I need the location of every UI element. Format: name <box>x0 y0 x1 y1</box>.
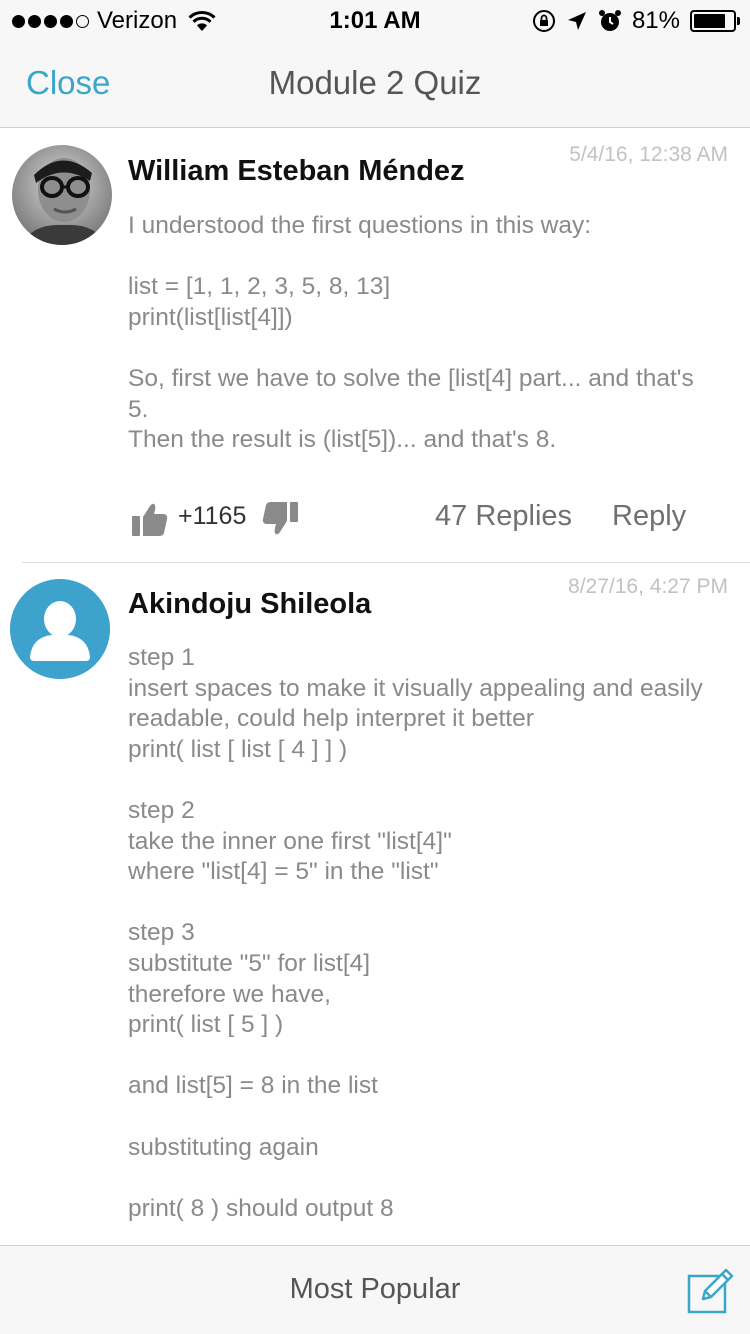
default-user-icon <box>10 579 110 679</box>
avatar[interactable] <box>10 579 110 679</box>
thumbs-down-icon[interactable] <box>260 498 300 538</box>
comment-body: step 1 insert spaces to make it visually… <box>128 644 703 1222</box>
comment-body: I understood the first questions in this… <box>128 212 694 454</box>
battery-percent: 81% <box>631 7 680 34</box>
page-title: Module 2 Quiz <box>268 64 482 101</box>
comment-item: Akindoju Shileola 8/27/16, 4:27 PM step … <box>0 564 750 1245</box>
compose-icon[interactable] <box>686 1266 736 1316</box>
avatar[interactable] <box>12 145 112 245</box>
location-arrow-icon <box>567 12 586 30</box>
battery-icon <box>690 10 740 32</box>
comment-author[interactable]: Akindoju Shileola <box>128 588 371 621</box>
replies-button[interactable]: 47 Replies <box>435 500 572 533</box>
screen: Verizon 1:01 AM 81% Close Module 2 Quiz … <box>0 0 750 1334</box>
comment-timestamp: 8/27/16, 4:27 PM <box>568 575 728 598</box>
status-bar: Verizon 1:01 AM 81% <box>0 0 750 40</box>
comment-author[interactable]: William Esteban Méndez <box>128 155 465 188</box>
orientation-lock-icon <box>532 10 555 32</box>
bottom-bar: Most Popular <box>0 1245 750 1334</box>
comment-actions: +1165 47 Replies Reply <box>0 496 750 546</box>
thumbs-up-icon[interactable] <box>130 500 170 540</box>
user-photo <box>12 145 112 245</box>
comment-timestamp: 5/4/16, 12:38 AM <box>569 143 728 166</box>
alarm-icon <box>598 10 621 31</box>
comment-divider <box>22 562 750 563</box>
comment-item: William Esteban Méndez 5/4/16, 12:38 AM … <box>0 128 750 564</box>
sort-selector[interactable]: Most Popular <box>0 1273 750 1306</box>
nav-bar: Close Module 2 Quiz <box>0 40 750 128</box>
vote-score: +1165 <box>178 502 247 530</box>
reply-button[interactable]: Reply <box>612 500 686 533</box>
status-right: 81% <box>532 7 740 35</box>
